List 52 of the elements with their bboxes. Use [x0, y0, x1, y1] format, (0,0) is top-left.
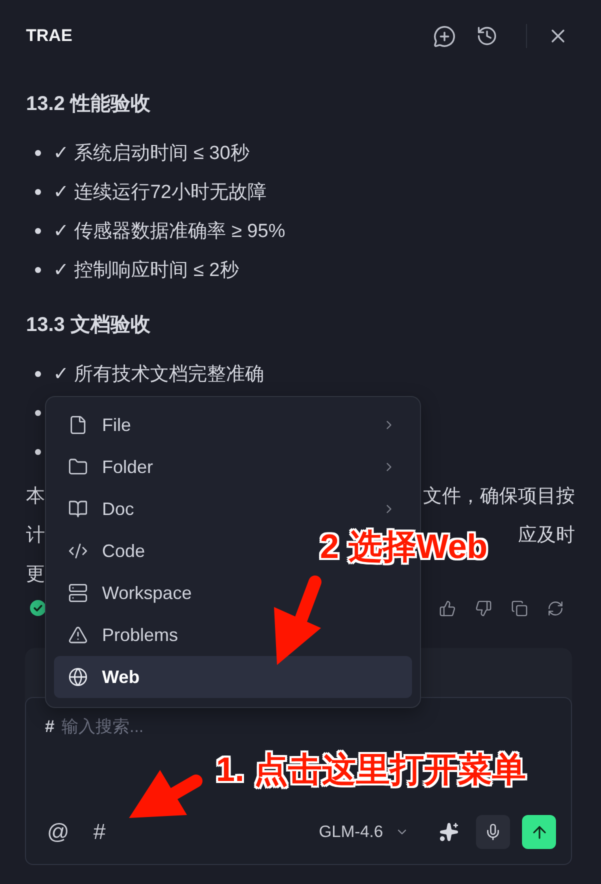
list-item-text: ✓ 控制响应时间 ≤ 2秒 — [53, 258, 239, 282]
globe-icon — [68, 667, 88, 687]
list-item-text: ✓ 系统启动时间 ≤ 30秒 — [53, 142, 250, 166]
hash-prefix: # — [45, 717, 54, 737]
check-circle-icon — [30, 600, 46, 616]
microphone-button[interactable] — [476, 815, 510, 849]
menu-item[interactable]: File — [54, 404, 412, 446]
menu-item[interactable]: Problems — [54, 614, 194, 656]
file-icon — [68, 415, 88, 435]
list-item-text: ✓ 所有技术文档完整准确 — [53, 362, 264, 386]
window-title: TRAE — [26, 26, 74, 46]
sparkle-icon[interactable] — [439, 822, 459, 842]
menu-item[interactable]: Doc — [54, 488, 412, 530]
annotation-text: 2 选择Web — [320, 527, 488, 568]
thumbs-up-icon[interactable] — [439, 600, 456, 616]
menu-item[interactable]: Workspace — [54, 572, 208, 614]
bullet-icon — [35, 410, 41, 416]
paragraph-text: 文件，确保项目按 — [423, 484, 575, 508]
bullet-icon — [35, 188, 41, 194]
microphone-icon — [484, 823, 502, 841]
paragraph-text: 计 — [26, 524, 45, 548]
section-heading: 13.2 性能验收 — [26, 92, 152, 117]
bullet-icon — [35, 228, 41, 234]
new-chat-icon[interactable] — [433, 24, 456, 48]
send-button[interactable] — [522, 815, 556, 849]
search-input[interactable]: 输入搜索... — [61, 717, 556, 737]
copy-icon[interactable] — [511, 600, 528, 616]
list-item-text: ✓ 传感器数据准确率 ≥ 95% — [53, 220, 286, 244]
model-selector[interactable]: GLM-4.6 — [318, 822, 409, 842]
refresh-icon[interactable] — [547, 600, 564, 616]
paragraph-text: 本 — [26, 484, 45, 508]
menu-item[interactable]: Folder — [54, 446, 412, 488]
paragraph-text: 更 — [26, 562, 45, 586]
bullet-icon — [35, 370, 41, 376]
history-icon[interactable] — [476, 25, 498, 47]
bullet-icon — [35, 150, 41, 156]
folder-icon — [68, 457, 88, 477]
book-icon — [68, 499, 88, 519]
tool-button[interactable]: @ — [45, 821, 72, 843]
warning-icon — [68, 625, 88, 645]
menu-item[interactable]: Code — [54, 530, 162, 572]
paragraph-text: 应及时 — [518, 524, 575, 548]
thumbs-down-icon[interactable] — [475, 600, 492, 616]
server-icon — [68, 583, 88, 603]
section-heading: 13.3 文档验收 — [26, 312, 152, 338]
list-item-text: ✓ 连续运行72小时无故障 — [53, 180, 266, 204]
bullet-icon — [35, 266, 41, 272]
bullet-icon — [35, 448, 41, 454]
code-icon — [68, 541, 88, 561]
annotation-text: 1. 点击这里打开菜单 — [216, 750, 526, 791]
menu-item[interactable]: Web — [54, 656, 412, 698]
tool-button[interactable]: # — [91, 821, 108, 843]
